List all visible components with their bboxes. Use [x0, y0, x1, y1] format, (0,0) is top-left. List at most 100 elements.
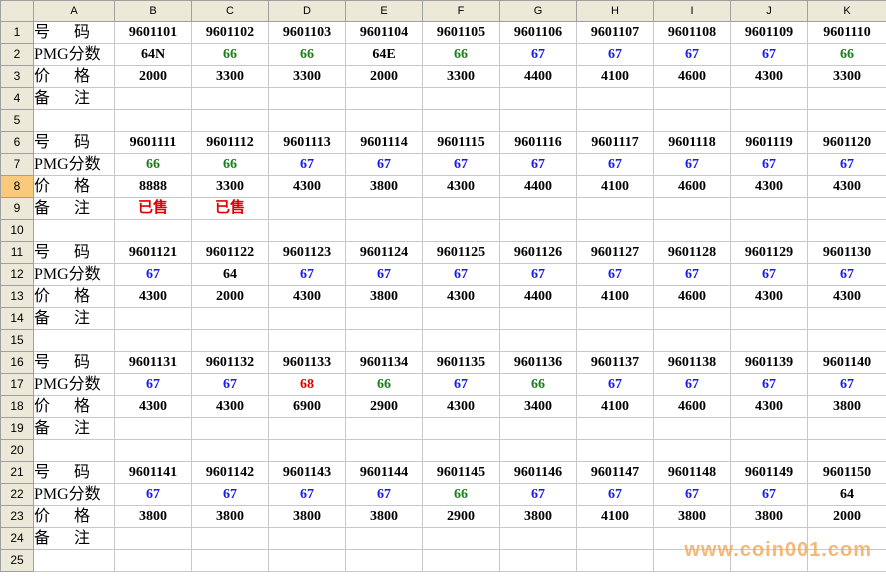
pmg-grade-cell[interactable]: 66 — [268, 43, 346, 66]
note-cell[interactable] — [499, 87, 577, 110]
note-cell[interactable] — [114, 417, 192, 440]
note-label-cell[interactable]: 备 注 — [33, 307, 115, 330]
column-header-j[interactable]: J — [730, 0, 808, 22]
price-cell[interactable]: 3300 — [191, 175, 269, 198]
note-cell[interactable] — [422, 87, 500, 110]
note-number-cell[interactable]: 9601135 — [422, 351, 500, 374]
price-cell[interactable]: 4300 — [268, 285, 346, 308]
empty-cell[interactable] — [33, 549, 115, 572]
pmg-grade-cell[interactable]: 67 — [114, 373, 192, 396]
note-number-cell[interactable]: 9601141 — [114, 461, 192, 484]
note-number-cell[interactable]: 9601146 — [499, 461, 577, 484]
price-label-cell[interactable]: 价 格 — [33, 285, 115, 308]
note-cell[interactable] — [653, 197, 731, 220]
pmg-grade-cell[interactable]: 67 — [730, 263, 808, 286]
empty-cell[interactable] — [653, 109, 731, 132]
note-number-cell[interactable]: 9601116 — [499, 131, 577, 154]
note-number-cell[interactable]: 9601144 — [345, 461, 423, 484]
note-cell[interactable] — [576, 87, 654, 110]
note-cell[interactable] — [345, 197, 423, 220]
note-number-cell[interactable]: 9601126 — [499, 241, 577, 264]
price-cell[interactable]: 4100 — [576, 285, 654, 308]
empty-cell[interactable] — [807, 219, 886, 242]
pmg-grade-cell[interactable]: 67 — [422, 153, 500, 176]
empty-cell[interactable] — [191, 329, 269, 352]
note-cell[interactable] — [807, 87, 886, 110]
note-cell[interactable] — [268, 527, 346, 550]
number-label-cell[interactable]: 号 码 — [33, 21, 115, 44]
select-all-corner[interactable] — [0, 0, 34, 22]
empty-cell[interactable] — [653, 329, 731, 352]
price-cell[interactable]: 4600 — [653, 285, 731, 308]
row-header-16[interactable]: 16 — [0, 351, 34, 374]
column-header-a[interactable]: A — [33, 0, 115, 22]
pmg-grade-cell[interactable]: 67 — [499, 153, 577, 176]
pmg-grade-cell[interactable]: 67 — [576, 153, 654, 176]
note-number-cell[interactable]: 9601147 — [576, 461, 654, 484]
row-header-25[interactable]: 25 — [0, 549, 34, 572]
row-header-11[interactable]: 11 — [0, 241, 34, 264]
grade-label-cell[interactable]: PMG分数 — [33, 43, 115, 66]
price-cell[interactable]: 4300 — [114, 285, 192, 308]
note-cell[interactable] — [730, 307, 808, 330]
note-cell[interactable] — [730, 87, 808, 110]
price-cell[interactable]: 3800 — [114, 505, 192, 528]
note-number-cell[interactable]: 9601115 — [422, 131, 500, 154]
pmg-grade-cell[interactable]: 67 — [499, 263, 577, 286]
note-cell[interactable] — [268, 197, 346, 220]
note-number-cell[interactable]: 9601111 — [114, 131, 192, 154]
note-number-cell[interactable]: 9601106 — [499, 21, 577, 44]
price-cell[interactable]: 4300 — [191, 395, 269, 418]
pmg-grade-cell[interactable]: 67 — [191, 373, 269, 396]
empty-cell[interactable] — [33, 439, 115, 462]
price-cell[interactable]: 3300 — [268, 65, 346, 88]
empty-cell[interactable] — [653, 219, 731, 242]
empty-cell[interactable] — [499, 439, 577, 462]
price-cell[interactable]: 2000 — [191, 285, 269, 308]
price-cell[interactable]: 3800 — [191, 505, 269, 528]
price-cell[interactable]: 3800 — [345, 505, 423, 528]
note-number-cell[interactable]: 9601101 — [114, 21, 192, 44]
empty-cell[interactable] — [114, 109, 192, 132]
row-header-3[interactable]: 3 — [0, 65, 34, 88]
note-number-cell[interactable]: 9601136 — [499, 351, 577, 374]
column-header-k[interactable]: K — [807, 0, 886, 22]
note-number-cell[interactable]: 9601113 — [268, 131, 346, 154]
pmg-grade-cell[interactable]: 67 — [268, 153, 346, 176]
pmg-grade-cell[interactable]: 67 — [422, 373, 500, 396]
price-cell[interactable]: 3800 — [653, 505, 731, 528]
pmg-grade-cell[interactable]: 67 — [345, 263, 423, 286]
note-number-cell[interactable]: 9601118 — [653, 131, 731, 154]
note-number-cell[interactable]: 9601122 — [191, 241, 269, 264]
number-label-cell[interactable]: 号 码 — [33, 351, 115, 374]
row-header-15[interactable]: 15 — [0, 329, 34, 352]
price-cell[interactable]: 2000 — [345, 65, 423, 88]
row-header-5[interactable]: 5 — [0, 109, 34, 132]
empty-cell[interactable] — [730, 109, 808, 132]
empty-cell[interactable] — [576, 439, 654, 462]
note-label-cell[interactable]: 备 注 — [33, 527, 115, 550]
price-label-cell[interactable]: 价 格 — [33, 395, 115, 418]
row-header-12[interactable]: 12 — [0, 263, 34, 286]
pmg-grade-cell[interactable]: 66 — [422, 43, 500, 66]
note-number-cell[interactable]: 9601117 — [576, 131, 654, 154]
note-cell[interactable] — [576, 307, 654, 330]
empty-cell[interactable] — [33, 329, 115, 352]
note-cell[interactable] — [730, 417, 808, 440]
price-cell[interactable]: 3300 — [191, 65, 269, 88]
pmg-grade-cell[interactable]: 67 — [653, 153, 731, 176]
price-cell[interactable]: 3400 — [499, 395, 577, 418]
row-header-23[interactable]: 23 — [0, 505, 34, 528]
row-header-7[interactable]: 7 — [0, 153, 34, 176]
row-header-21[interactable]: 21 — [0, 461, 34, 484]
note-number-cell[interactable]: 9601107 — [576, 21, 654, 44]
row-header-9[interactable]: 9 — [0, 197, 34, 220]
note-number-cell[interactable]: 9601104 — [345, 21, 423, 44]
note-number-cell[interactable]: 9601102 — [191, 21, 269, 44]
empty-cell[interactable] — [114, 549, 192, 572]
note-cell[interactable] — [499, 307, 577, 330]
empty-cell[interactable] — [576, 219, 654, 242]
note-number-cell[interactable]: 9601134 — [345, 351, 423, 374]
note-cell[interactable] — [191, 87, 269, 110]
note-number-cell[interactable]: 9601140 — [807, 351, 886, 374]
